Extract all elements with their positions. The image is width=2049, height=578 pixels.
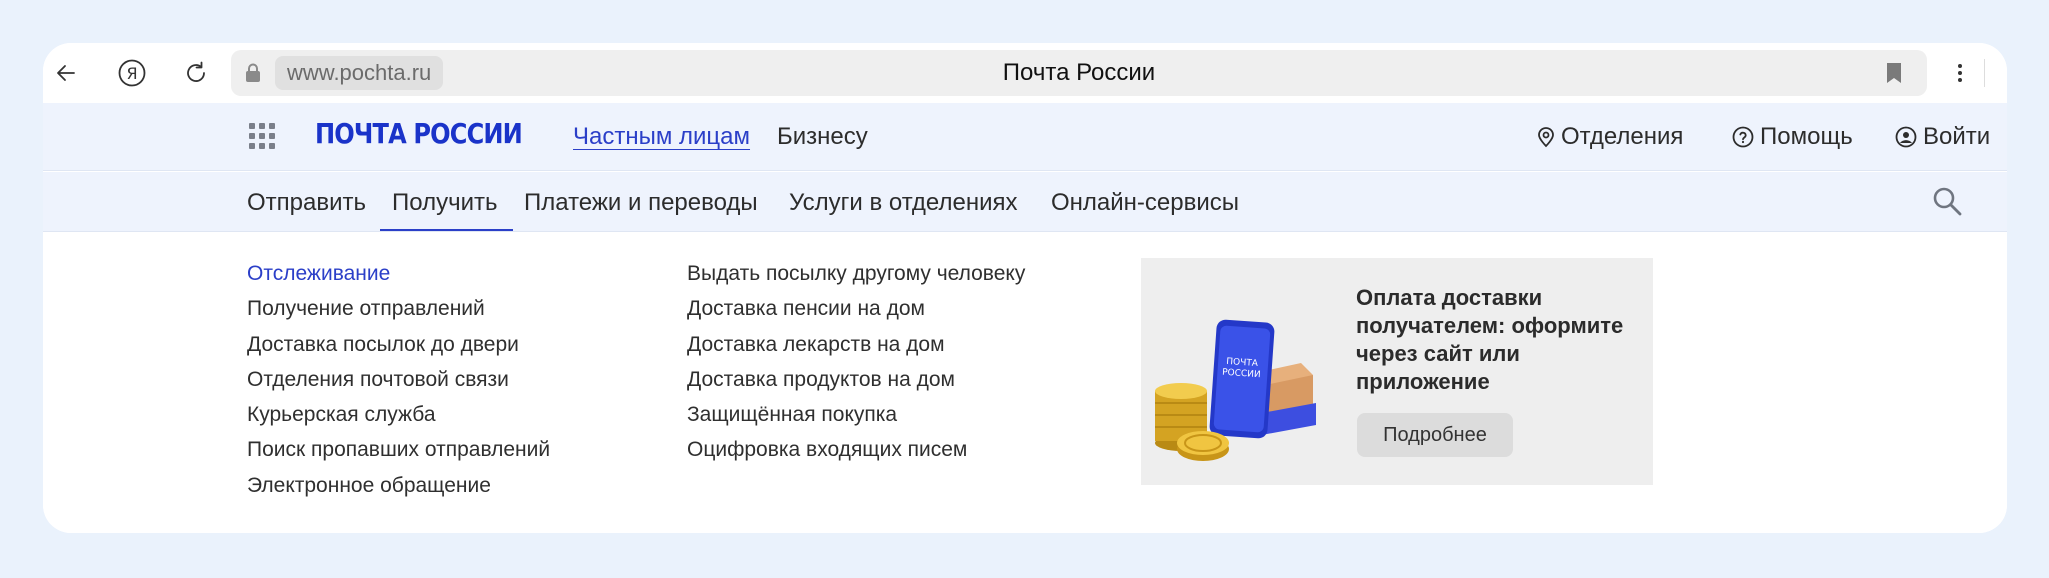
- browser-window: Я www.pochta.ru Почта России ПОЧТА РОССИ…: [43, 43, 2007, 533]
- nav-online-services[interactable]: Онлайн-сервисы: [1051, 189, 1239, 217]
- search-icon: [1933, 187, 1962, 216]
- logo[interactable]: ПОЧТА РОССИИ: [315, 117, 523, 150]
- link-door-delivery[interactable]: Доставка посылок до двери: [247, 327, 550, 362]
- yandex-icon: Я: [118, 59, 146, 87]
- segment-business[interactable]: Бизнесу: [777, 123, 868, 151]
- promo-more-button[interactable]: Подробнее: [1357, 413, 1513, 457]
- help-link[interactable]: Помощь: [1732, 123, 1853, 151]
- nav-receive[interactable]: Получить: [392, 189, 497, 217]
- promo-banner[interactable]: ПОЧТА РОССИИ Оплата доставки получателем…: [1141, 258, 1653, 485]
- link-post-offices[interactable]: Отделения почтовой связи: [247, 362, 550, 397]
- dropdown-column-2: Выдать посылку другому человеку Доставка…: [687, 256, 1025, 468]
- login-label: Войти: [1923, 123, 1991, 150]
- browser-toolbar: Я www.pochta.ru Почта России: [43, 43, 2007, 103]
- login-link[interactable]: Войти: [1895, 123, 1990, 151]
- back-button[interactable]: [49, 56, 83, 90]
- active-tab-indicator: [380, 229, 513, 231]
- page-title: Почта России: [1002, 59, 1156, 86]
- link-tracking[interactable]: Отслеживание: [247, 256, 550, 291]
- yandex-button[interactable]: Я: [115, 56, 149, 90]
- link-letter-digitization[interactable]: Оцифровка входящих писем: [687, 432, 1025, 467]
- link-medicine-delivery[interactable]: Доставка лекарств на дом: [687, 327, 1025, 362]
- dropdown-column-1: Отслеживание Получение отправлений Доста…: [247, 256, 550, 503]
- receive-dropdown-panel: Отслеживание Получение отправлений Доста…: [43, 232, 2007, 533]
- help-circle-icon: [1732, 126, 1754, 148]
- toolbar-divider: [1984, 59, 1985, 87]
- link-pension-delivery[interactable]: Доставка пенсии на дом: [687, 291, 1025, 326]
- search-button[interactable]: [1931, 185, 1963, 217]
- address-bar[interactable]: www.pochta.ru Почта России: [231, 50, 1927, 96]
- segment-individuals[interactable]: Частным лицам: [573, 123, 750, 151]
- offices-link[interactable]: Отделения: [1537, 123, 1683, 151]
- link-receiving-items[interactable]: Получение отправлений: [247, 291, 550, 326]
- site-header: ПОЧТА РОССИИ Частным лицам Бизнесу Отдел…: [43, 103, 2007, 171]
- arrow-left-icon: [57, 65, 75, 81]
- nav-send[interactable]: Отправить: [247, 189, 366, 217]
- link-grocery-delivery[interactable]: Доставка продуктов на дом: [687, 362, 1025, 397]
- help-label: Помощь: [1760, 123, 1853, 150]
- nav-office-services[interactable]: Услуги в отделениях: [789, 189, 1017, 217]
- link-lost-items-search[interactable]: Поиск пропавших отправлений: [247, 432, 550, 467]
- promo-illustration: ПОЧТА РОССИИ: [1155, 319, 1316, 461]
- apps-grid-icon[interactable]: [249, 123, 275, 149]
- browser-menu-button[interactable]: [1945, 57, 1975, 89]
- reload-button[interactable]: [179, 56, 213, 90]
- promo-title: Оплата доставки получателем: оформите че…: [1356, 285, 1624, 394]
- bookmark-icon[interactable]: [1886, 62, 1902, 84]
- user-circle-icon: [1895, 126, 1917, 148]
- location-pin-icon: [1538, 127, 1554, 148]
- main-navigation: Отправить Получить Платежи и переводы Ус…: [43, 172, 2007, 232]
- offices-label: Отделения: [1561, 123, 1684, 150]
- nav-payments[interactable]: Платежи и переводы: [524, 189, 758, 217]
- link-protected-purchase[interactable]: Защищённая покупка: [687, 397, 1025, 432]
- svg-text:Я: Я: [126, 64, 137, 83]
- reload-icon: [187, 61, 205, 82]
- more-vertical-icon: [1958, 64, 1962, 82]
- link-courier-service[interactable]: Курьерская служба: [247, 397, 550, 432]
- link-electronic-request[interactable]: Электронное обращение: [247, 468, 550, 503]
- link-give-parcel-to-other[interactable]: Выдать посылку другому человеку: [687, 256, 1025, 291]
